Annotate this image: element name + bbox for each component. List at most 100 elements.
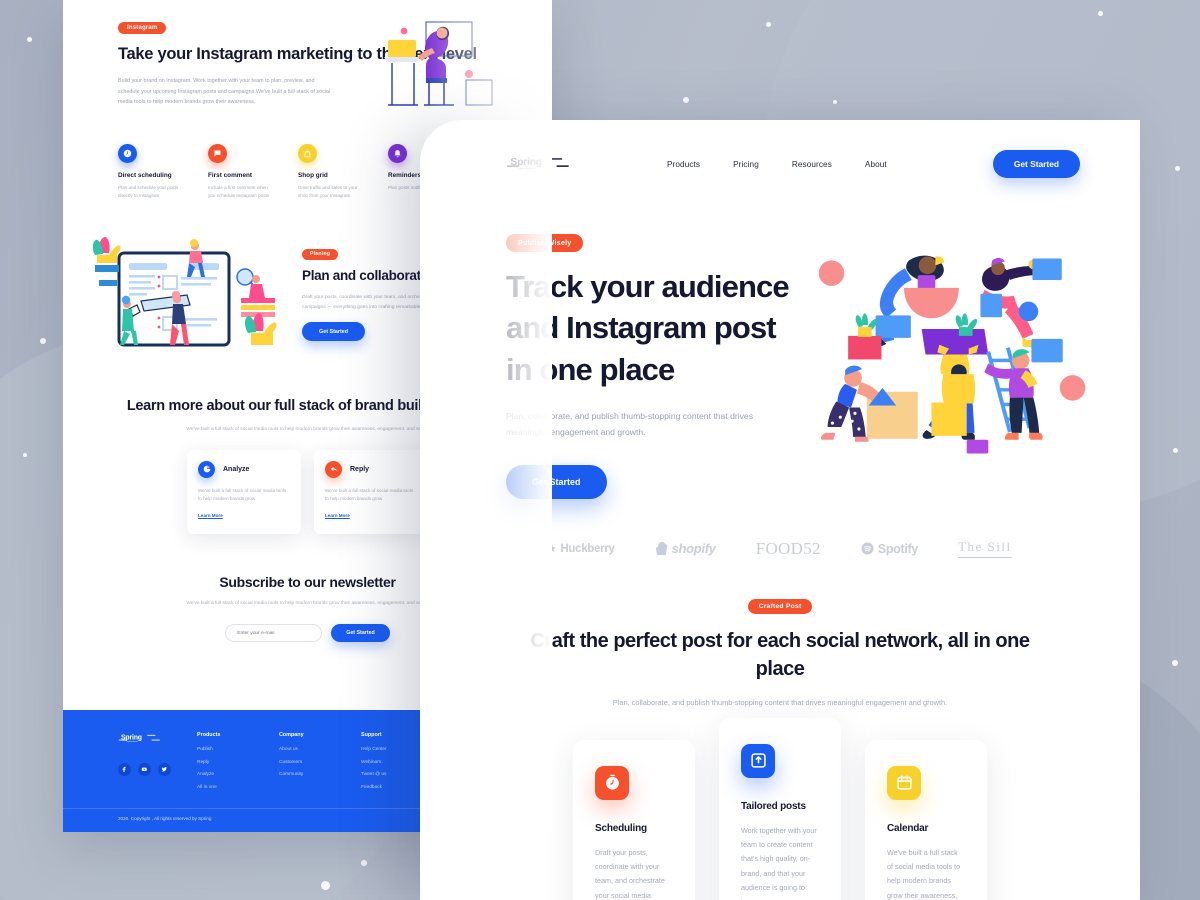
back-footer-column-heading: Products bbox=[197, 732, 221, 738]
back-feature-body: Include a first comment when you schedul… bbox=[208, 184, 270, 199]
decorative-dot bbox=[23, 453, 27, 457]
back-learn-card-body: We've built a full stack of social media… bbox=[198, 487, 287, 502]
stopwatch-icon bbox=[595, 765, 629, 800]
back-feature-item[interactable]: Direct scheduling Plan and schedule your… bbox=[118, 143, 186, 201]
back-learn-card-link[interactable]: Learn More bbox=[325, 513, 350, 518]
nav-link-about[interactable]: About bbox=[865, 160, 887, 169]
woman-at-desk-illustration bbox=[384, 21, 493, 106]
decorative-dot bbox=[1173, 448, 1178, 453]
back-learn-card-header: Analyze bbox=[198, 460, 290, 478]
back-learn-card[interactable]: Reply We've built a full stack of social… bbox=[314, 449, 428, 534]
brand-logo-spotify: Spotify bbox=[861, 542, 918, 556]
back-learn-card[interactable]: Analyze We've built a full stack of soci… bbox=[187, 449, 301, 534]
decorative-dot bbox=[361, 860, 367, 866]
comment-icon bbox=[208, 143, 227, 163]
team-building-blocks-illustration bbox=[818, 255, 1086, 454]
spotify-icon bbox=[861, 542, 874, 555]
feature-card-title: Calendar bbox=[887, 822, 929, 834]
brand-logos-row: Huckberry shopify FOOD52 Spotify The Sil… bbox=[420, 539, 1140, 559]
back-feature-body: Drive traffic and sales to your shop fro… bbox=[298, 184, 358, 199]
pie-chart-icon bbox=[198, 460, 215, 478]
brand-logo-the-sill: The Sill bbox=[958, 539, 1012, 559]
brand-logo-label: Huckberry bbox=[560, 542, 615, 555]
back-footer-link[interactable]: About us bbox=[279, 747, 335, 752]
back-footer-link[interactable]: All in one bbox=[197, 785, 253, 790]
feature-card-scheduling[interactable]: Scheduling Draft your posts, coordinate … bbox=[573, 739, 695, 900]
feature-card-tailored-posts[interactable]: Tailored posts Work together with your t… bbox=[719, 717, 841, 900]
back-footer-column-heading: Support bbox=[361, 732, 382, 738]
back-feature-item[interactable]: First comment Include a first comment wh… bbox=[208, 143, 276, 201]
back-learn-card-body: We've built a full stack of social media… bbox=[325, 487, 414, 502]
crafted-subtitle: Plan, collaborate, and publish thumb-sto… bbox=[612, 697, 948, 707]
back-footer-brand: Spring social media tool bbox=[118, 732, 171, 797]
nav-link-pricing[interactable]: Pricing bbox=[733, 160, 759, 169]
back-feature-title: Shop grid bbox=[298, 171, 328, 179]
decorative-dot bbox=[27, 37, 32, 42]
hero-text-block: Publish Wisely Track your audience and I… bbox=[506, 226, 796, 499]
spring-logo-footer[interactable]: Spring social media tool bbox=[118, 732, 162, 745]
crafted-post-section: Crafted Post Craft the perfect post for … bbox=[420, 595, 1140, 710]
back-footer-link[interactable]: Reply bbox=[197, 760, 253, 765]
twitter-icon[interactable] bbox=[158, 763, 171, 777]
back-footer-link[interactable]: Customers bbox=[279, 760, 335, 765]
navigation-bar: Spring social media tool Products Pricin… bbox=[420, 120, 1140, 178]
foreground-landing-page[interactable]: Spring social media tool Products Pricin… bbox=[420, 120, 1140, 900]
back-hero-badge: Instagram bbox=[118, 22, 167, 34]
decorative-dot bbox=[1175, 166, 1180, 171]
hero-badge: Publish Wisely bbox=[506, 233, 584, 252]
hero-subtitle: Plan, collaborate, and publish thumb-sto… bbox=[506, 411, 753, 437]
back-footer-link[interactable]: Help Center bbox=[361, 747, 417, 752]
back-hero-body: Build your brand on Instagram. Work toge… bbox=[118, 78, 331, 106]
decorative-dot bbox=[683, 97, 689, 103]
hero-get-started-button[interactable]: Get Started bbox=[506, 464, 607, 499]
hero-section: Publish Wisely Track your audience and I… bbox=[420, 178, 1140, 499]
back-footer-socials bbox=[118, 763, 171, 777]
shopify-bag-icon bbox=[655, 542, 667, 556]
bell-icon bbox=[388, 143, 407, 163]
nav-get-started-button[interactable]: Get Started bbox=[992, 150, 1080, 178]
decorative-dot bbox=[40, 338, 46, 344]
feature-card-title: Tailored posts bbox=[741, 800, 806, 812]
back-footer-link[interactable]: Tweet @ us bbox=[361, 772, 417, 777]
decorative-dot bbox=[766, 22, 771, 27]
calendar-icon bbox=[887, 765, 921, 800]
brand-logo-food52: FOOD52 bbox=[755, 538, 821, 558]
facebook-icon[interactable] bbox=[118, 763, 131, 777]
brand-logo-shopify: shopify bbox=[655, 541, 716, 556]
back-learn-card-header: Reply bbox=[325, 460, 417, 478]
nav-link-resources[interactable]: Resources bbox=[792, 160, 832, 169]
reply-arrow-icon bbox=[325, 460, 342, 478]
decorative-dot bbox=[321, 881, 330, 890]
newsletter-submit-button[interactable]: Get Started bbox=[331, 624, 390, 643]
decorative-dot bbox=[1172, 660, 1178, 666]
feature-card-body: Work together with your team to create c… bbox=[741, 825, 817, 900]
newsletter-email-input[interactable] bbox=[225, 624, 323, 643]
feature-card-calendar[interactable]: Calendar We've built a full stack of soc… bbox=[865, 739, 987, 900]
feature-card-body: Draft your posts, coordinate with your t… bbox=[595, 847, 665, 900]
nav-links: Products Pricing Resources About bbox=[667, 160, 887, 169]
tablet-content-planning-illustration bbox=[93, 236, 277, 347]
back-feature-body: Plan and schedule your posts directly to… bbox=[118, 184, 179, 199]
back-plan-cta-button[interactable]: Get Started bbox=[302, 322, 366, 342]
hero-title: Track your audience and Instagram post i… bbox=[506, 268, 790, 387]
back-footer-link[interactable]: Webinars bbox=[361, 760, 417, 765]
spring-logo[interactable]: Spring social media tool bbox=[506, 154, 572, 174]
back-footer-link[interactable]: Community bbox=[279, 772, 335, 777]
back-footer-link[interactable]: Analyze bbox=[197, 772, 253, 777]
back-feature-item[interactable]: Shop grid Drive traffic and sales to you… bbox=[298, 143, 366, 201]
nav-link-products[interactable]: Products bbox=[667, 160, 700, 169]
back-footer-column: Support Help Center Webinars Tweet @ us … bbox=[361, 732, 417, 797]
back-learn-card-link[interactable]: Learn More bbox=[198, 513, 223, 518]
back-footer-column-heading: Company bbox=[279, 732, 304, 738]
brand-logo-huckberry: Huckberry bbox=[548, 542, 615, 555]
brand-logo-label: Spotify bbox=[877, 541, 919, 556]
back-footer-link[interactable]: Publish bbox=[197, 747, 253, 752]
decorative-dot bbox=[833, 100, 837, 104]
crafted-badge: Crafted Post bbox=[747, 598, 813, 614]
back-footer-link[interactable]: Feedback bbox=[361, 785, 417, 790]
back-plan-badge: Planing bbox=[302, 248, 339, 260]
back-feature-title: First comment bbox=[208, 171, 253, 179]
youtube-icon[interactable] bbox=[138, 763, 151, 777]
back-learn-card-title: Reply bbox=[350, 465, 370, 473]
back-footer-column: Company About us Customers Community bbox=[279, 732, 335, 797]
